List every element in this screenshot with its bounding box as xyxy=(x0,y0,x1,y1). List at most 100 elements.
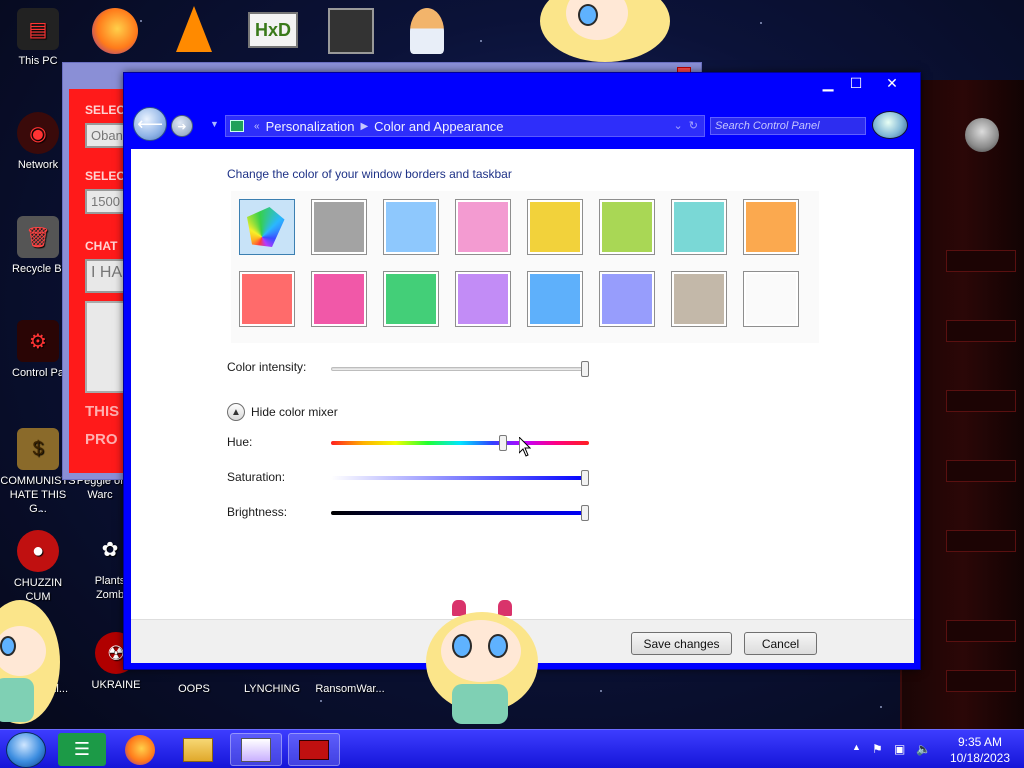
search-input[interactable]: Search Control Panel xyxy=(710,117,866,135)
forward-button[interactable]: ➜ xyxy=(171,115,193,137)
breadcrumb-overflow-icon[interactable]: « xyxy=(254,121,260,132)
color-swatch-twilight[interactable] xyxy=(455,199,511,255)
firefox-icon[interactable] xyxy=(92,8,138,54)
star xyxy=(480,40,482,42)
field-label: CHAT xyxy=(85,239,118,253)
start-button[interactable] xyxy=(6,732,46,768)
desktop-icon-label: COMMUNISTS HATE THIS G... xyxy=(0,475,76,515)
notice-text: PRO xyxy=(85,431,118,448)
clock-date[interactable]: 10/18/2023 xyxy=(950,751,1010,765)
doctor-icon[interactable] xyxy=(410,8,444,54)
color-swatch-violet[interactable] xyxy=(455,271,511,327)
alien-logo-icon xyxy=(965,118,999,152)
color-swatch-blue[interactable] xyxy=(527,271,583,327)
color-swatch-lime[interactable] xyxy=(671,199,727,255)
money-bag-icon: $ xyxy=(17,428,59,470)
network-icon: ◉ xyxy=(17,112,59,154)
desktop-icon-ransomware[interactable]: RansomWar... xyxy=(312,682,388,696)
swatch-fill xyxy=(602,202,652,252)
folder-icon xyxy=(183,737,213,762)
maze-game-icon[interactable] xyxy=(328,8,374,54)
tech-row xyxy=(946,620,1016,642)
computer-icon: ▤ xyxy=(17,8,59,50)
color-swatch-custom[interactable] xyxy=(239,199,295,255)
taskbar-app-red-app-icon[interactable] xyxy=(288,733,340,766)
taskbar-app-notes-icon[interactable]: ☰ xyxy=(58,733,106,766)
swatch-fill xyxy=(314,274,364,324)
chevron-right-icon[interactable]: ▶ xyxy=(360,121,368,132)
tech-row xyxy=(946,250,1016,272)
hue-slider-thumb[interactable] xyxy=(498,435,507,451)
color-swatch-sky[interactable] xyxy=(383,199,439,255)
intensity-label: Color intensity: xyxy=(227,360,307,374)
recent-pages-dropdown[interactable]: ▼ xyxy=(210,119,219,129)
window-controls: ▁ ☐ ✕ xyxy=(814,74,914,94)
clock-time[interactable]: 9:35 AM xyxy=(958,735,1002,749)
breadcrumb-color-appearance[interactable]: Color and Appearance xyxy=(374,119,503,134)
save-changes-button[interactable]: Save changes xyxy=(631,632,732,655)
mouse-cursor-icon xyxy=(519,437,531,457)
swatch-fill xyxy=(530,202,580,252)
character-eye xyxy=(452,634,472,658)
help-globe-icon[interactable] xyxy=(872,111,908,139)
desktop-icon-oops[interactable]: OOPS xyxy=(156,682,232,696)
network-icon[interactable]: ▣ xyxy=(894,742,905,756)
address-bar[interactable]: « Personalization ▶ Color and Appearance… xyxy=(225,115,705,137)
swatch-fill xyxy=(530,274,580,324)
color-swatch-taupe[interactable] xyxy=(671,271,727,327)
intensity-slider-thumb[interactable] xyxy=(581,361,589,377)
desktop-icon-this-pc[interactable]: ▤ This PC xyxy=(0,8,76,68)
color-swatch-green[interactable] xyxy=(383,271,439,327)
color-swatch-sea-foam-yellow[interactable] xyxy=(527,199,583,255)
action-center-flag-icon[interactable]: ⚑ xyxy=(872,742,883,756)
character-horn xyxy=(498,600,512,616)
saturation-slider-thumb[interactable] xyxy=(581,470,589,486)
show-hidden-icons-icon[interactable]: ▲ xyxy=(852,742,861,752)
back-button[interactable]: ⟵ xyxy=(133,107,167,141)
desktop-icon-lynching[interactable]: LYNCHING xyxy=(234,682,310,696)
maximize-button[interactable]: ☐ xyxy=(842,74,870,92)
color-swatch-slate[interactable] xyxy=(311,199,367,255)
field-label: SELEC xyxy=(85,103,126,117)
cancel-button[interactable]: Cancel xyxy=(744,632,817,655)
color-swatch-leaf[interactable] xyxy=(599,199,655,255)
control-panel-icon xyxy=(241,737,271,762)
intensity-slider[interactable] xyxy=(331,367,589,371)
swatch-fill xyxy=(458,274,508,324)
control-panel-icon: ⚙ xyxy=(17,320,59,362)
saturation-label: Saturation: xyxy=(227,470,286,484)
control-panel-window[interactable]: ▁ ☐ ✕ ⟵ ➜ ▼ « Personalization ▶ Color an… xyxy=(123,72,921,670)
star xyxy=(880,706,882,708)
color-swatch-pumpkin[interactable] xyxy=(743,199,799,255)
taskbar-app-explorer-icon[interactable] xyxy=(172,733,224,766)
close-button[interactable]: ✕ xyxy=(870,74,914,92)
minimize-button[interactable]: ▁ xyxy=(814,74,842,92)
taskbar-app-control-panel-icon[interactable] xyxy=(230,733,282,766)
taskbar-app-firefox-icon[interactable] xyxy=(114,733,166,766)
star xyxy=(320,700,322,702)
swatch-fill xyxy=(314,202,364,252)
hue-slider[interactable] xyxy=(331,441,589,445)
chevron-up-icon[interactable]: ▲ xyxy=(227,403,245,421)
address-dropdown-refresh-icon[interactable]: ⌄ ↻ xyxy=(673,119,698,132)
color-swatch-lavender[interactable] xyxy=(599,271,655,327)
saturation-slider[interactable] xyxy=(331,476,589,480)
vlc-icon[interactable] xyxy=(176,6,212,52)
hxd-icon[interactable]: HxD xyxy=(248,12,298,48)
field-label: SELEC xyxy=(85,169,126,183)
color-swatch-fuchsia[interactable] xyxy=(311,271,367,327)
desktop-icon-label: UKRAINE xyxy=(91,679,141,691)
color-swatch-frost[interactable] xyxy=(743,271,799,327)
swatch-fill xyxy=(674,274,724,324)
breadcrumb-personalization[interactable]: Personalization xyxy=(266,119,355,134)
color-swatch-grid xyxy=(231,191,819,343)
desktop-icon-chuzzin[interactable]: ● CHUZZIN CUM xyxy=(0,530,76,604)
swatch-fill xyxy=(458,202,508,252)
brightness-slider-thumb[interactable] xyxy=(581,505,589,521)
brightness-slider[interactable] xyxy=(331,511,589,515)
hide-color-mixer-toggle[interactable]: Hide color mixer xyxy=(251,405,338,419)
firefox-icon xyxy=(125,734,155,765)
color-swatch-ruby[interactable] xyxy=(239,271,295,327)
volume-icon[interactable]: 🔈 xyxy=(916,742,931,756)
swatch-fill xyxy=(746,274,796,324)
